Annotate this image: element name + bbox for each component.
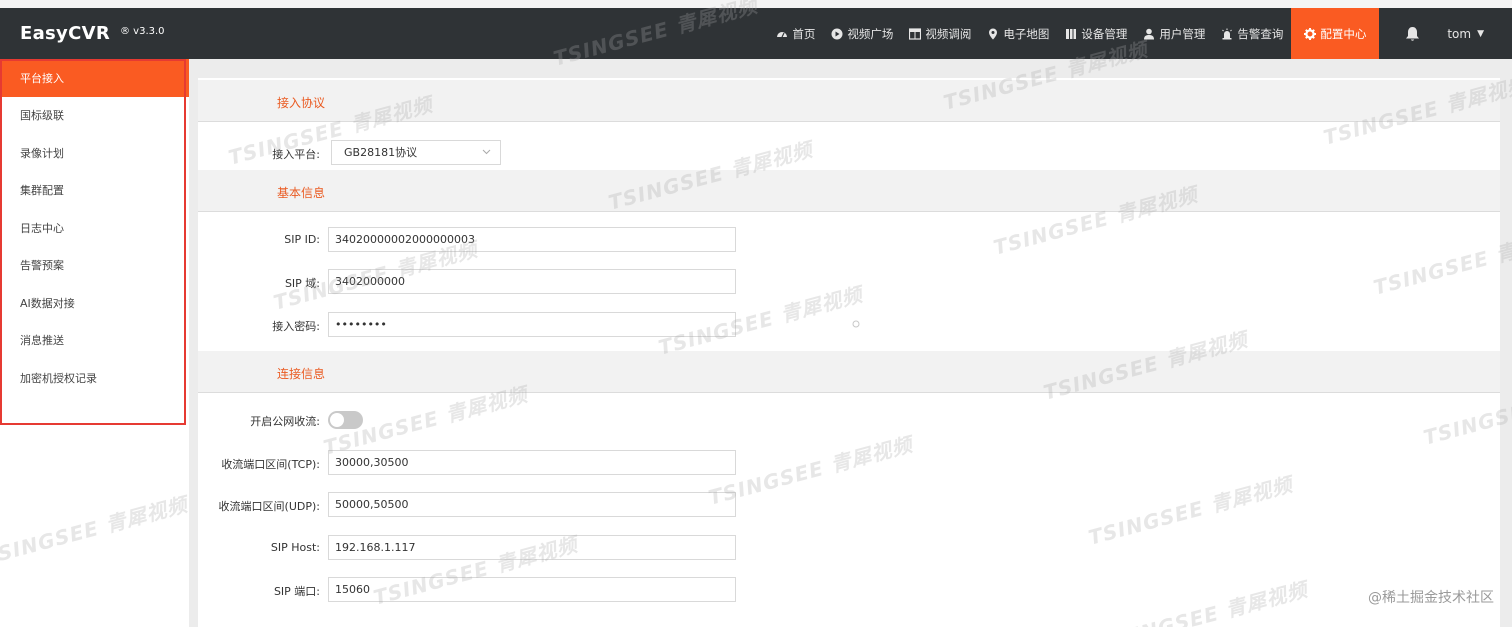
username: tom: [1447, 26, 1472, 41]
sidebar-item-encryptor-auth[interactable]: 加密机授权记录: [0, 359, 189, 397]
toggle-knob: [330, 413, 344, 427]
config-form: 接入协议 接入平台: GB28181协议 基本信息 SIP ID: 340200…: [198, 78, 1500, 627]
public-net-label: 开启公网收流:: [250, 415, 320, 428]
sidebar-item-label: AI数据对接: [20, 296, 75, 310]
nav-label: 视频调阅: [925, 26, 972, 41]
sidebar-item-label: 加密机授权记录: [20, 371, 97, 385]
alarm-icon: [1222, 28, 1233, 39]
nav-video-square[interactable]: 视频广场: [823, 8, 901, 59]
password-value: ••••••••: [335, 318, 387, 331]
sidebar-item-cluster[interactable]: 集群配置: [0, 172, 189, 210]
sidebar-item-message-push[interactable]: 消息推送: [0, 322, 189, 360]
sip-domain-label: SIP 域:: [284, 277, 320, 290]
nav-label: 用户管理: [1159, 26, 1206, 41]
device-icon: [1066, 28, 1077, 39]
corner-watermark: @稀土掘金技术社区: [1368, 590, 1494, 606]
gear-icon: [1304, 27, 1317, 40]
brand-version: ® v3.3.0: [120, 26, 165, 37]
nav-map[interactable]: 电子地图: [979, 8, 1057, 59]
play-circle-icon: [831, 28, 843, 39]
user-menu[interactable]: tom ▼: [1433, 27, 1512, 41]
sidebar: 平台接入 国标级联 录像计划 集群配置 日志中心 告警预案 AI数据对接 消息推…: [0, 59, 189, 627]
sip-port-label: SIP 端口:: [273, 585, 320, 598]
nav-label: 电子地图: [1003, 26, 1050, 41]
nav-config-center[interactable]: 配置中心: [1291, 8, 1380, 59]
row-sip-port: SIP 端口: 15060: [198, 577, 1500, 603]
user-icon: [1144, 28, 1155, 39]
notification-button[interactable]: [1391, 26, 1433, 42]
tcp-port-input[interactable]: 30000,30500: [328, 450, 736, 475]
row-tcp: 收流端口区间(TCP): 30000,30500: [198, 450, 1500, 476]
platform-label: 接入平台:: [272, 148, 320, 161]
password-label: 接入密码:: [272, 320, 320, 333]
section-title: 接入协议: [277, 96, 326, 110]
sip-id-label: SIP ID:: [284, 233, 320, 246]
sidebar-item-label: 告警预案: [20, 259, 64, 273]
sidebar-item-label: 平台接入: [20, 71, 64, 85]
nav-home[interactable]: 首页: [768, 8, 823, 59]
sidebar-item-platform-access[interactable]: 平台接入: [0, 59, 189, 97]
nav-device[interactable]: 设备管理: [1057, 8, 1135, 59]
row-password: 接入密码: ••••••••: [198, 312, 1500, 338]
sip-port-input[interactable]: 15060: [328, 577, 736, 602]
main-nav: 首页 视频广场 视频调阅 电子地图 设备管理 用户管理 告警查询 配置中心 to…: [768, 8, 1512, 59]
nav-label: 告警查询: [1237, 26, 1284, 41]
nav-video-view[interactable]: 视频调阅: [901, 8, 979, 59]
row-public-net: 开启公网收流:: [198, 409, 1500, 435]
public-net-toggle[interactable]: [328, 411, 363, 429]
chevron-down-icon: [482, 149, 491, 155]
nav-label: 配置中心: [1320, 26, 1367, 41]
sidebar-item-alarm-plan[interactable]: 告警预案: [0, 247, 189, 285]
brand-name: EasyCVR: [20, 23, 110, 44]
sip-host-input[interactable]: 192.168.1.117: [328, 535, 736, 560]
grid-icon: [909, 27, 922, 40]
row-sip-domain: SIP 域: 3402000000: [198, 269, 1500, 295]
brand[interactable]: EasyCVR ® v3.3.0: [20, 8, 165, 59]
nav-label: 首页: [792, 26, 816, 41]
top-strip: [0, 0, 1512, 8]
dashboard-icon: [777, 31, 788, 37]
section-connection: 连接信息: [198, 351, 1500, 393]
sidebar-item-record-plan[interactable]: 录像计划: [0, 134, 189, 172]
row-platform: 接入平台: GB28181协议: [198, 140, 1500, 166]
row-sip-id: SIP ID: 34020000002000000003: [198, 227, 1500, 253]
section-title: 基本信息: [277, 186, 326, 200]
map-pin-icon: [989, 28, 998, 39]
bell-icon: [1405, 26, 1419, 41]
sidebar-item-label: 日志中心: [20, 221, 64, 235]
sidebar-item-label: 消息推送: [20, 334, 64, 348]
sidebar-item-log-center[interactable]: 日志中心: [0, 209, 189, 247]
sidebar-item-label: 录像计划: [20, 146, 64, 160]
chevron-down-icon: ▼: [1477, 28, 1484, 39]
sidebar-item-ai-data[interactable]: AI数据对接: [0, 284, 189, 322]
section-basic: 基本信息: [198, 170, 1500, 212]
sidebar-item-label: 国标级联: [20, 109, 64, 123]
nav-label: 视频广场: [847, 26, 894, 41]
top-navbar: EasyCVR ® v3.3.0 首页 视频广场 视频调阅 电子地图 设备管理 …: [0, 8, 1512, 59]
platform-select[interactable]: GB28181协议: [331, 140, 501, 165]
udp-port-input[interactable]: 50000,50500: [328, 492, 736, 517]
sip-host-label: SIP Host:: [270, 541, 320, 554]
nav-alarm[interactable]: 告警查询: [1213, 8, 1291, 59]
udp-label: 收流端口区间(UDP):: [218, 500, 320, 513]
nav-label: 设备管理: [1081, 26, 1128, 41]
section-title: 连接信息: [277, 367, 326, 381]
platform-select-value: GB28181协议: [344, 146, 418, 159]
section-protocol: 接入协议: [198, 80, 1500, 122]
nav-user[interactable]: 用户管理: [1135, 8, 1213, 59]
password-input[interactable]: ••••••••: [328, 312, 860, 337]
sidebar-item-gb-cascade[interactable]: 国标级联: [0, 97, 189, 135]
eye-icon[interactable]: [851, 319, 861, 329]
sip-id-input[interactable]: 34020000002000000003: [328, 227, 736, 252]
sidebar-item-label: 集群配置: [20, 184, 64, 198]
tcp-label: 收流端口区间(TCP):: [221, 458, 320, 471]
row-udp: 收流端口区间(UDP): 50000,50500: [198, 492, 1500, 518]
sip-domain-input[interactable]: 3402000000: [328, 269, 736, 294]
row-sip-host: SIP Host: 192.168.1.117: [198, 535, 1500, 561]
